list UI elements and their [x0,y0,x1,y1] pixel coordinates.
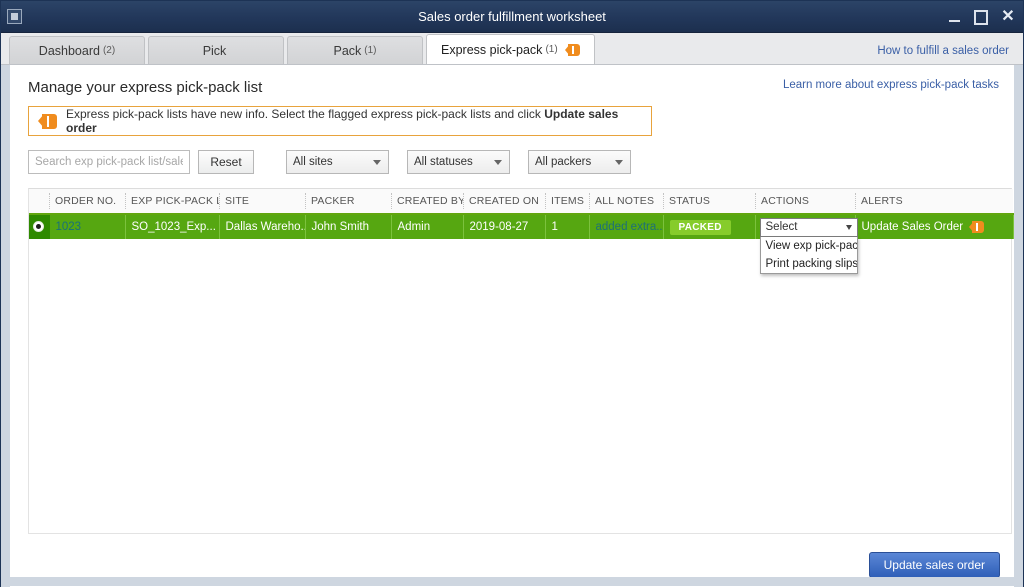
cell-order-no[interactable]: 1023 [49,214,126,239]
cell-site: Dallas Wareho... [219,214,306,239]
column-select [29,189,49,215]
column-items[interactable]: ITEMS [545,189,589,215]
row-select-radio[interactable] [29,214,50,239]
cell-all-notes[interactable]: added extra... [589,214,664,239]
content-panel: Manage your express pick-pack list Learn… [1,65,1023,587]
actions-dropdown-trigger[interactable]: Select [759,217,858,237]
tab-dashboard[interactable]: Dashboard (2) [9,36,145,64]
column-actions[interactable]: ACTIONS [755,189,855,215]
search-input[interactable] [28,150,190,174]
tab-dashboard-label: Dashboard [38,43,100,58]
column-status[interactable]: STATUS [663,189,755,215]
reset-button[interactable]: Reset [198,150,254,174]
column-order-no[interactable]: ORDER NO. [49,189,125,215]
status-filter-select[interactable]: All statuses [407,150,510,174]
packer-filter-value: All packers [535,156,592,168]
application-window: Sales order fulfillment worksheet ✕ Dash… [0,0,1024,587]
window-title: Sales order fulfillment worksheet [418,9,606,24]
filter-bar: Reset All sites All statuses All packers [28,150,1000,174]
column-packer[interactable]: PACKER [305,189,391,215]
tab-pack[interactable]: Pack (1) [287,36,423,64]
status-filter-value: All statuses [414,156,473,168]
column-exp-pick-pack-list[interactable]: EXP PICK-PACK L [125,189,219,215]
column-created-on[interactable]: CREATED ON [463,189,545,215]
chevron-down-icon [494,160,502,165]
tab-pick-label: Pick [202,43,227,58]
menu-item-print-packing-slips[interactable]: Print packing slips [761,255,857,273]
table-row[interactable]: 1023 SO_1023_Exp... Dallas Wareho... Joh… [29,214,1014,274]
radio-icon [33,221,45,233]
express-pick-pack-table: ORDER NO. EXP PICK-PACK L SITE PACKER CR… [28,188,1014,534]
banner-text: Express pick-pack lists have new info. S… [66,107,642,135]
minimize-icon[interactable] [947,10,961,24]
chevron-down-icon [373,160,381,165]
tab-pick[interactable]: Pick [148,36,284,64]
cell-items: 1 [545,214,590,239]
table-header-row: ORDER NO. EXP PICK-PACK L SITE PACKER CR… [29,189,1013,215]
how-to-fulfill-link[interactable]: How to fulfill a sales order [877,45,1009,57]
chevron-down-icon [615,160,623,165]
column-all-notes[interactable]: ALL NOTES [589,189,663,215]
menu-item-view-exp-pick-pack[interactable]: View exp pick-pack [761,237,857,255]
tab-pack-label: Pack [333,43,362,58]
tab-pack-count: (1) [364,45,377,56]
info-banner: Express pick-pack lists have new info. S… [28,106,652,136]
column-alerts[interactable]: ALERTS [855,189,1013,215]
status-badge: PACKED [669,219,731,235]
learn-more-link[interactable]: Learn more about express pick-pack tasks [783,79,999,91]
tab-bar: Dashboard (2) Pick Pack (1) Express pick… [1,33,1023,65]
site-filter-select[interactable]: All sites [286,150,389,174]
actions-dropdown-menu: View exp pick-pack Print packing slips [759,236,858,274]
packer-filter-select[interactable]: All packers [528,150,631,174]
actions-dropdown-value: Select [765,221,798,233]
banner-text-normal: Express pick-pack lists have new info. S… [66,107,545,121]
tab-express-pick-pack[interactable]: Express pick-pack (1) [426,34,595,64]
alert-label[interactable]: Update Sales Order [862,221,964,233]
update-sales-order-button[interactable]: Update sales order [868,552,1000,578]
window-bottom-edge [1,577,1023,586]
chevron-down-icon [845,224,852,230]
maximize-icon[interactable] [974,10,988,24]
cell-alerts: Update Sales Order [855,214,1014,239]
column-created-by[interactable]: CREATED BY [391,189,463,215]
title-bar: Sales order fulfillment worksheet ✕ [1,1,1023,33]
window-menu-icon[interactable] [7,9,22,24]
alert-flag-icon [38,113,57,129]
tab-dashboard-count: (2) [102,45,116,56]
cell-actions: Select View exp pick-pack Print packing … [755,214,858,274]
cell-status: PACKED [663,214,756,239]
tab-express-pick-pack-count: (1) [545,44,558,55]
cell-created-by: Admin [391,214,464,239]
site-filter-value: All sites [293,156,333,168]
cell-exp-pick-pack-list: SO_1023_Exp... [125,214,220,239]
tab-alert-flag-icon [564,43,580,56]
close-icon[interactable]: ✕ [1001,9,1015,25]
cell-packer: John Smith [305,214,392,239]
actions-dropdown[interactable]: Select View exp pick-pack Print packing … [759,217,858,274]
cell-created-on: 2019-08-27 [463,214,546,239]
window-controls: ✕ [947,1,1015,33]
column-site[interactable]: SITE [219,189,305,215]
alert-flag-icon [969,221,985,233]
tab-express-pick-pack-label: Express pick-pack [441,42,543,57]
